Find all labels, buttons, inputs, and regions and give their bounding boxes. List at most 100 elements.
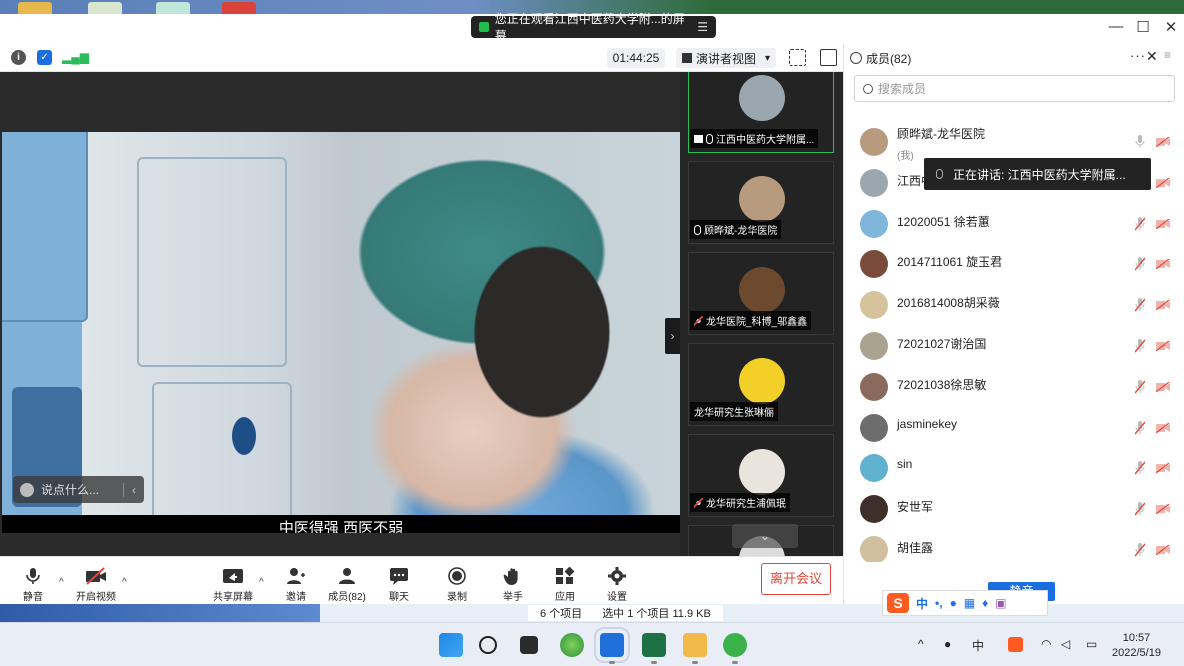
maximize-button[interactable]: ☐ (1128, 18, 1158, 36)
sidebar-toggle-icon[interactable] (820, 49, 837, 66)
microphone-muted-icon[interactable] (1135, 420, 1145, 435)
video-off-icon[interactable] (1156, 463, 1170, 474)
member-row[interactable]: 72021027谢治国 (844, 326, 1184, 366)
desktop-icon-app[interactable] (156, 2, 190, 14)
leave-meeting-button[interactable]: 离开会议 (761, 563, 831, 595)
thumbnail-tile[interactable]: 龙华研究生浦佩珉 (688, 434, 834, 517)
ime-punctuation-toggle[interactable]: •, (935, 596, 943, 610)
record-button[interactable]: 录制 (443, 567, 471, 603)
thumbnail-tile[interactable]: 顾晔斌-龙华医院 (688, 161, 834, 244)
video-options-caret[interactable]: ^ (122, 577, 127, 588)
member-row[interactable]: 安世军 (844, 489, 1184, 529)
member-row[interactable]: 2016814008胡采薇 (844, 285, 1184, 325)
desktop-icon-folder[interactable] (18, 2, 52, 14)
file-explorer-icon[interactable] (683, 633, 707, 664)
fullscreen-icon[interactable] (789, 49, 806, 66)
microphone-muted-icon[interactable] (1135, 339, 1145, 353)
chat-collapse-icon[interactable]: ‹ (123, 482, 144, 497)
members-button[interactable]: 成员(82) (325, 567, 369, 603)
ime-voice-icon[interactable]: ● (950, 596, 957, 610)
ime-language-toggle[interactable]: 中 (916, 595, 928, 612)
wifi-icon[interactable]: ◠ (1041, 637, 1051, 651)
member-row[interactable]: 2014711061 旋玉君 (844, 244, 1184, 284)
shared-screen-view[interactable]: 中医得强 西医不弱 说点什么... ‹ › (0, 72, 680, 556)
meeting-app-icon[interactable] (594, 627, 630, 664)
settings-button[interactable]: 设置 (603, 567, 631, 603)
video-off-icon[interactable] (1156, 177, 1170, 188)
sogou-logo-icon[interactable]: S (887, 593, 909, 613)
microphone-muted-icon[interactable] (1135, 502, 1145, 516)
member-row[interactable]: 顾晔斌-龙华医院 (我) (844, 122, 1184, 162)
signal-bars-icon[interactable]: ▂▄▆ (62, 50, 89, 65)
desktop-icon-app[interactable] (88, 2, 122, 14)
task-view-icon[interactable] (520, 636, 538, 654)
microphone-icon[interactable] (1135, 135, 1145, 149)
minimize-button[interactable]: — (1101, 18, 1131, 35)
share-label: 共享屏幕 (213, 592, 253, 603)
close-window-button[interactable]: ✕ (1156, 18, 1184, 36)
panel-menu-icon[interactable]: ≡ (1164, 48, 1171, 62)
more-options-icon[interactable]: ··· (1130, 48, 1146, 63)
member-row[interactable]: 72021038徐思敏 (844, 367, 1184, 407)
thumbnail-tile[interactable]: 龙华研究生张琳俪 (688, 343, 834, 426)
start-video-button[interactable]: 开启视频 (74, 567, 118, 603)
microphone-muted-icon[interactable] (1135, 257, 1145, 271)
thumbnail-tile[interactable]: 龙华医院_科博_邬鑫鑫 (688, 252, 834, 335)
thumbnail-scroll-down-button[interactable]: ⌄ (732, 524, 798, 548)
screen-share-banner[interactable]: 您正在观看江西中医药大学附...的屏幕 ☰ (471, 12, 716, 43)
raise-hand-button[interactable]: 举手 (499, 567, 527, 603)
ime-keyboard-icon[interactable]: ▦ (964, 596, 975, 610)
ime-toolbox-icon[interactable]: ▣ (995, 596, 1006, 610)
video-off-icon[interactable] (1156, 504, 1170, 515)
search-icon[interactable] (479, 636, 497, 654)
microphone-muted-icon[interactable] (1135, 298, 1145, 312)
video-off-icon[interactable] (1156, 341, 1170, 351)
info-icon[interactable]: i (11, 50, 26, 65)
video-off-icon[interactable] (1156, 259, 1170, 270)
video-off-icon[interactable] (1156, 137, 1170, 147)
video-off-icon[interactable] (1156, 545, 1170, 555)
member-row[interactable]: jasminekey (844, 408, 1184, 448)
emoji-icon[interactable] (20, 482, 34, 497)
video-off-icon[interactable] (1156, 218, 1170, 229)
invite-button[interactable]: 邀请 (280, 567, 312, 603)
chat-button[interactable]: 聊天 (385, 567, 413, 603)
tray-microphone-icon[interactable]: ● (944, 637, 951, 651)
mute-button[interactable]: 静音 (16, 567, 50, 603)
share-screen-button[interactable]: 共享屏幕 (211, 567, 255, 603)
volume-icon[interactable]: ◁ (1061, 637, 1070, 651)
desktop-icon-app[interactable] (222, 2, 256, 14)
view-mode-button[interactable]: 演讲者视图 ▾ (676, 48, 776, 68)
microphone-muted-icon[interactable] (1135, 379, 1145, 394)
avatar (860, 332, 888, 360)
microphone-muted-icon[interactable] (1135, 216, 1145, 231)
excel-icon[interactable] (642, 633, 666, 664)
quick-chat-input[interactable]: 说点什么... ‹ (13, 476, 144, 503)
tray-sogou-icon[interactable] (1008, 637, 1023, 652)
wechat-icon[interactable] (723, 633, 747, 664)
video-off-icon[interactable] (1156, 300, 1170, 311)
system-clock[interactable]: 10:57 2022/5/19 (1112, 631, 1161, 661)
audio-options-caret[interactable]: ^ (59, 577, 64, 588)
video-off-icon[interactable] (1156, 422, 1170, 433)
share-menu-icon[interactable]: ☰ (697, 20, 708, 34)
browser-icon[interactable] (560, 633, 584, 657)
member-search-input[interactable]: 搜索成员 (854, 75, 1175, 102)
member-row[interactable]: 胡佳露 (844, 530, 1184, 562)
tray-overflow-icon[interactable]: ^ (918, 637, 924, 651)
microphone-muted-icon[interactable] (1135, 461, 1145, 475)
start-menu-icon[interactable] (439, 633, 463, 657)
battery-icon[interactable]: ▭ (1086, 637, 1097, 651)
member-row[interactable]: 12020051 徐若蕙 (844, 204, 1184, 244)
thumbnail-tile[interactable]: 江西中医药大学附属... (688, 72, 834, 153)
video-off-icon[interactable] (1156, 381, 1170, 392)
ime-skin-icon[interactable]: ♦ (982, 596, 988, 610)
microphone-muted-icon[interactable] (1135, 543, 1145, 557)
member-row[interactable]: sin (844, 448, 1184, 488)
close-panel-icon[interactable]: ✕ (1146, 48, 1158, 65)
thumbnail-collapse-button[interactable]: › (665, 318, 680, 354)
share-options-caret[interactable]: ^ (259, 577, 264, 588)
security-shield-icon[interactable]: ✓ (37, 50, 52, 65)
apps-button[interactable]: 应用 (551, 567, 579, 603)
tray-input-language[interactable]: 中 (972, 637, 984, 654)
